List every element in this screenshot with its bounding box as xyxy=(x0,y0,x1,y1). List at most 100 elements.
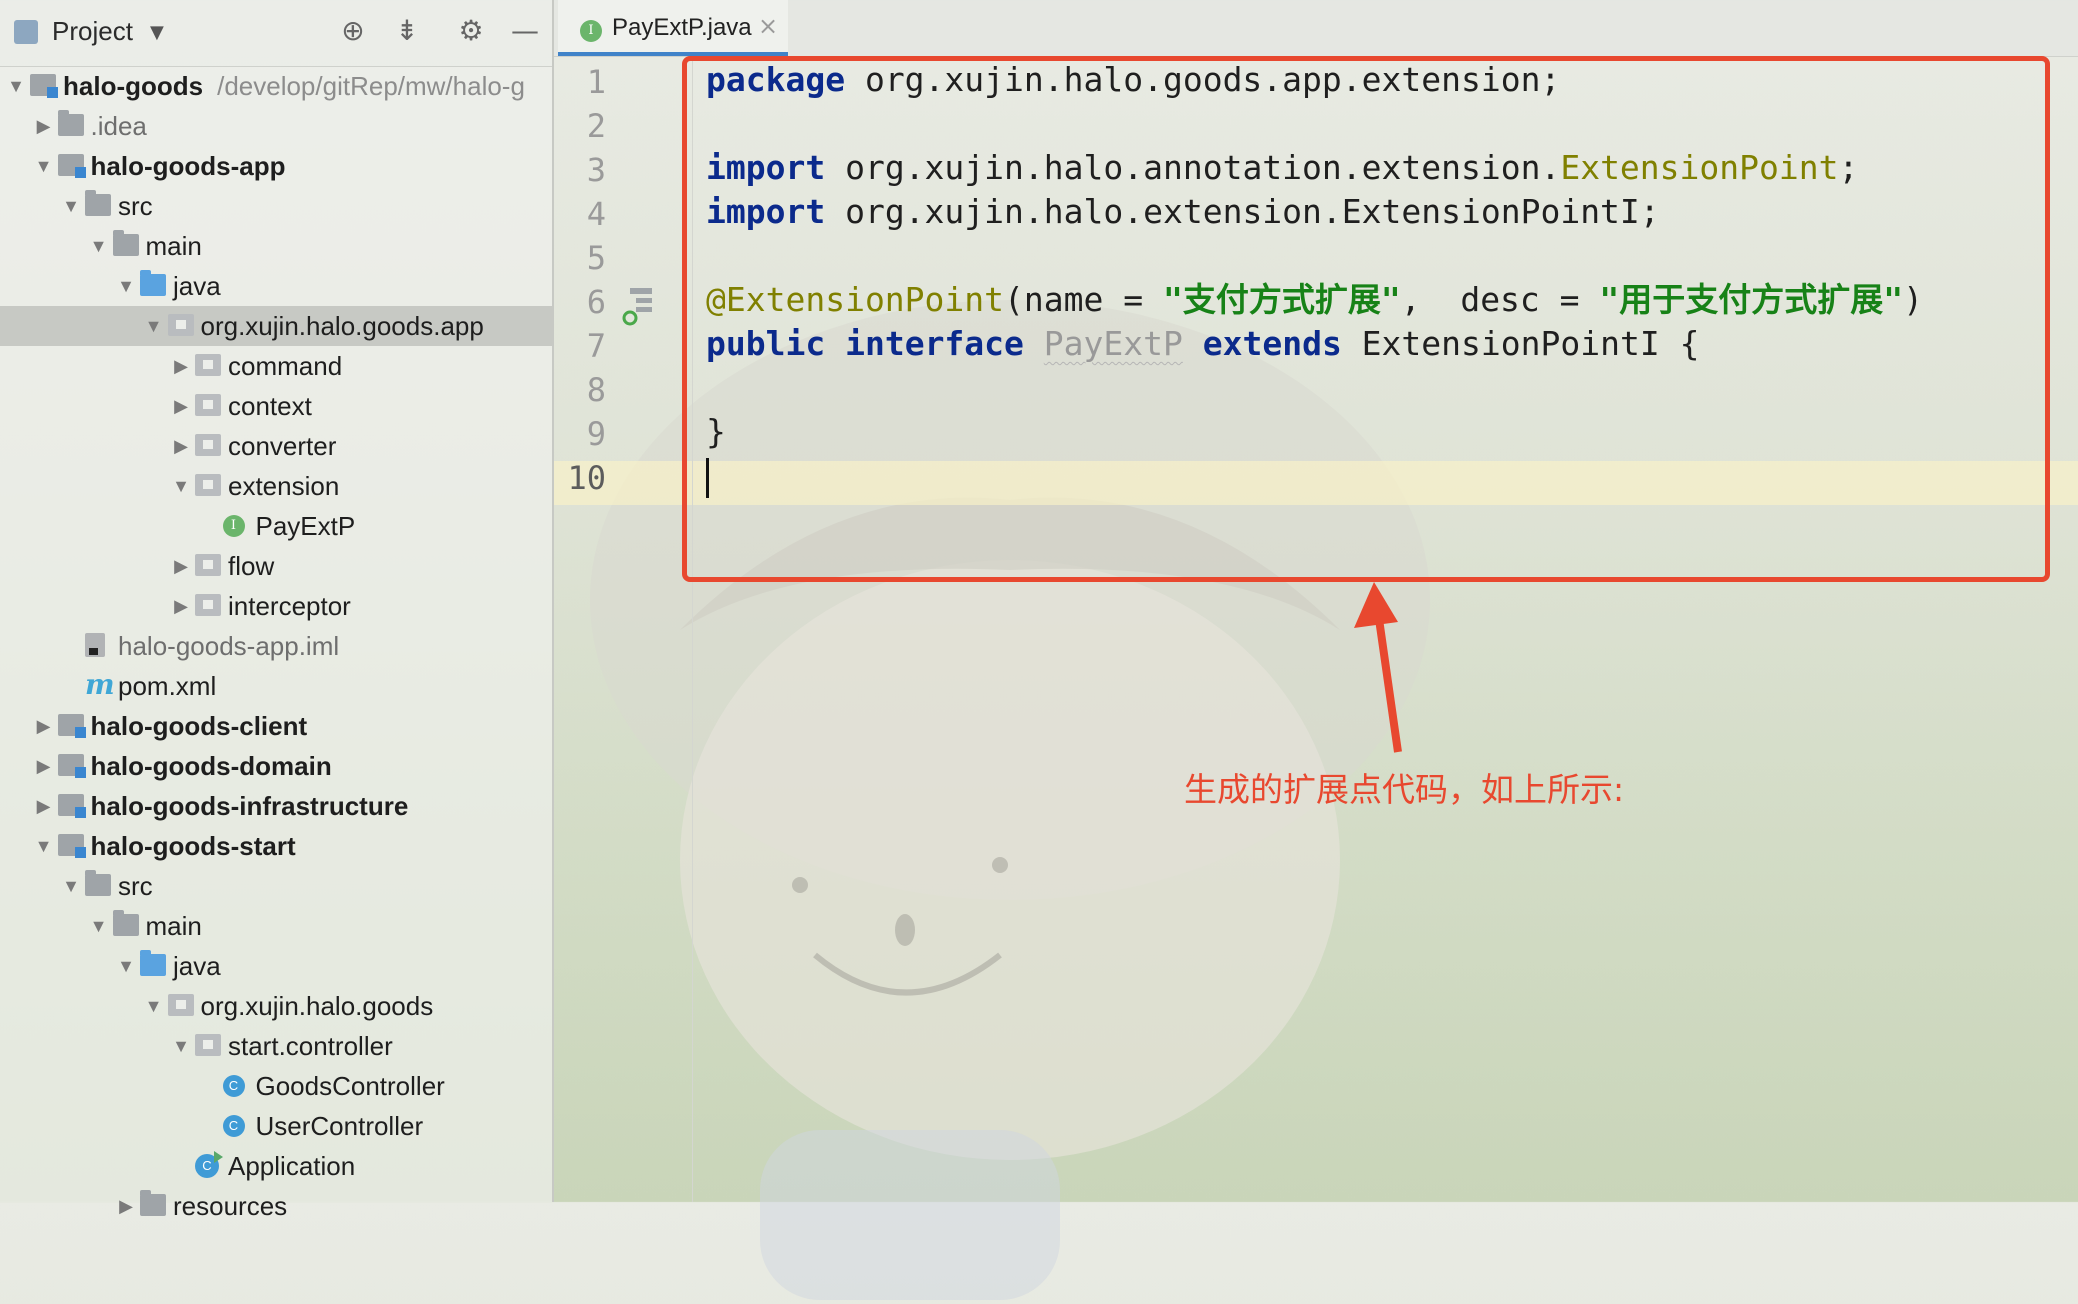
line-number: 8 xyxy=(586,371,606,409)
tree-item-text: halo-goods xyxy=(63,71,204,101)
tree-item[interactable]: ▼ org.xujin.halo.goods.app xyxy=(0,306,552,346)
expand-down-icon[interactable]: ▼ xyxy=(89,906,109,946)
tree-item-label: converter xyxy=(228,431,337,461)
tree-item[interactable]: ▼ org.xujin.halo.goods xyxy=(0,986,552,1026)
expand-right-icon[interactable]: ▶ xyxy=(34,106,54,146)
tree-item[interactable]: ▶ context xyxy=(0,386,552,426)
tree-item[interactable]: ▼ java xyxy=(0,946,552,986)
minimize-icon[interactable]: — xyxy=(508,14,542,48)
project-panel-title[interactable]: Project xyxy=(52,16,133,47)
tree-item[interactable]: ▼ halo-goods-app xyxy=(0,146,552,186)
tree-item-label: .idea xyxy=(90,111,147,141)
tree-item-label: halo-goods-app.iml xyxy=(118,631,340,661)
tree-item[interactable]: I PayExtP xyxy=(0,506,552,546)
gear-icon[interactable]: ⚙ xyxy=(454,14,488,48)
tree-item-label: src xyxy=(118,871,153,901)
expand-down-icon[interactable]: ▼ xyxy=(89,226,109,266)
expand-down-icon[interactable]: ▼ xyxy=(6,66,26,106)
project-panel-header: Project ▼ ⊕ ⇟ ⚙ — xyxy=(0,0,552,67)
expand-down-icon[interactable]: ▼ xyxy=(61,186,81,226)
expand-right-icon[interactable]: ▶ xyxy=(34,746,54,786)
tree-item-label: halo-goods-infrastructure xyxy=(90,791,409,821)
expand-right-icon[interactable]: ▶ xyxy=(34,706,54,746)
tree-item-label: UserController xyxy=(255,1111,424,1141)
tree-item[interactable]: halo-goods-app.iml xyxy=(0,626,552,666)
expand-down-icon[interactable]: ▼ xyxy=(116,946,136,986)
tab-payextp-java[interactable]: I PayExtP.java × xyxy=(558,0,788,56)
tree-item[interactable]: ▶ flow xyxy=(0,546,552,586)
folder-icon xyxy=(85,190,111,216)
tree-item-label: halo-goods/develop/gitRep/mw/halo-g xyxy=(63,66,525,106)
expand-down-icon[interactable]: ▼ xyxy=(61,866,81,906)
tree-item-label: GoodsController xyxy=(255,1071,445,1101)
tree-item[interactable]: ▼ main xyxy=(0,226,552,266)
expand-right-icon[interactable]: ▶ xyxy=(171,346,191,386)
close-icon[interactable]: × xyxy=(758,12,778,40)
implemented-by-icon[interactable] xyxy=(622,286,656,326)
line-number: 2 xyxy=(586,107,606,145)
tree-item[interactable]: ▼ halo-goods/develop/gitRep/mw/halo-g xyxy=(0,66,552,106)
arrow-icon xyxy=(1354,582,1402,753)
tree-item-label: halo-goods-client xyxy=(90,711,308,741)
tree-item[interactable]: C GoodsController xyxy=(0,1066,552,1106)
project-panel: Project ▼ ⊕ ⇟ ⚙ — ▼ halo-goods/develop/gi… xyxy=(0,0,554,1221)
package-icon xyxy=(195,474,221,496)
tree-item-label: interceptor xyxy=(228,591,351,621)
chevron-down-icon[interactable]: ▼ xyxy=(150,22,164,43)
package-icon xyxy=(195,434,221,456)
class-icon: C xyxy=(222,1115,245,1137)
tree-item[interactable]: ▼ halo-goods-start xyxy=(0,826,552,866)
tree-item-label: start.controller xyxy=(228,1031,393,1061)
expand-down-icon[interactable]: ▼ xyxy=(144,306,164,346)
expand-down-icon[interactable]: ▼ xyxy=(144,986,164,1026)
tree-item[interactable]: ▼ java xyxy=(0,266,552,306)
line-number: 5 xyxy=(586,239,606,277)
expand-down-icon[interactable]: ▼ xyxy=(34,146,54,186)
expand-down-icon[interactable]: ▼ xyxy=(34,826,54,866)
expand-down-icon[interactable]: ▼ xyxy=(116,266,136,306)
expand-right-icon[interactable]: ▶ xyxy=(171,426,191,466)
tree-item-label: context xyxy=(228,391,312,421)
tree-item[interactable]: ▼ main xyxy=(0,906,552,946)
interface-icon: I xyxy=(580,20,602,42)
tree-item[interactable]: ▶ command xyxy=(0,346,552,386)
source-folder-icon xyxy=(140,270,166,296)
annotation-text: 生成的扩展点代码，如上所示: xyxy=(1184,770,1625,809)
expand-down-icon[interactable]: ▼ xyxy=(171,466,191,506)
tree-item[interactable]: ▼ extension xyxy=(0,466,552,506)
tree-item[interactable]: ▼ src xyxy=(0,186,552,226)
tree-item[interactable]: C UserController xyxy=(0,1106,552,1146)
tree-item[interactable]: ▶ resources xyxy=(0,1186,552,1226)
collapse-all-icon[interactable]: ⇟ xyxy=(390,14,424,48)
folder-icon xyxy=(57,110,84,136)
expand-down-icon[interactable]: ▼ xyxy=(171,1026,191,1066)
tree-item-label: org.xujin.halo.goods.app xyxy=(200,311,484,341)
tree-item-label: java xyxy=(173,271,221,301)
expand-right-icon[interactable]: ▶ xyxy=(171,546,191,586)
tree-item[interactable]: ▶ halo-goods-client xyxy=(0,706,552,746)
tree-item[interactable]: C Application xyxy=(0,1146,552,1186)
module-icon xyxy=(57,714,86,738)
tree-item[interactable]: ▶ halo-goods-infrastructure xyxy=(0,786,552,826)
tree-item-label: Application xyxy=(228,1151,356,1181)
expand-right-icon[interactable]: ▶ xyxy=(171,386,191,426)
locate-icon[interactable]: ⊕ xyxy=(336,14,370,48)
tree-item-label: main xyxy=(145,231,202,261)
tree-item[interactable]: ▶ interceptor xyxy=(0,586,552,626)
expand-right-icon[interactable]: ▶ xyxy=(171,586,191,626)
project-view-icon xyxy=(14,20,38,44)
folder-icon xyxy=(140,1190,166,1216)
tree-item-label: PayExtP xyxy=(255,511,356,541)
line-number: 3 xyxy=(586,151,606,189)
tree-item-label: halo-goods-start xyxy=(90,831,296,861)
editor-gutter: 1 2 3 4 5 6 7 8 9 10 xyxy=(554,58,693,1202)
tree-item[interactable]: ▼ start.controller xyxy=(0,1026,552,1066)
tree-item[interactable]: ▼ src xyxy=(0,866,552,906)
tree-item[interactable]: m pom.xml xyxy=(0,666,552,706)
tree-item[interactable]: ▶ halo-goods-domain xyxy=(0,746,552,786)
expand-right-icon[interactable]: ▶ xyxy=(116,1186,136,1226)
expand-right-icon[interactable]: ▶ xyxy=(34,786,54,826)
tree-item[interactable]: ▶ converter xyxy=(0,426,552,466)
tree-item[interactable]: ▶ .idea xyxy=(0,106,552,146)
iml-file-icon xyxy=(85,633,105,657)
